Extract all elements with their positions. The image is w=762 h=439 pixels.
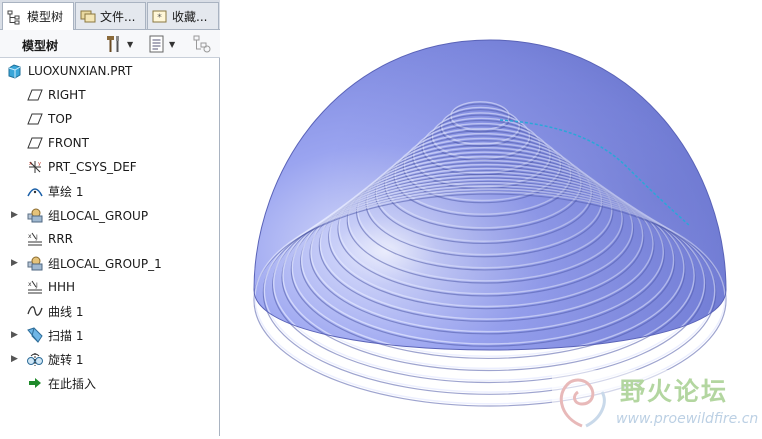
filter-icon xyxy=(193,35,211,53)
list-view-icon xyxy=(149,35,164,53)
tab-model-tree[interactable]: 模型树 xyxy=(2,2,74,30)
model-tree-toolbar: 模型树 ▼ ▼ xyxy=(0,30,220,58)
tree-item-label: 组LOCAL_GROUP_1 xyxy=(48,256,162,271)
toolbar-title: 模型树 xyxy=(22,39,59,53)
datum-plane-icon xyxy=(26,135,44,151)
forum-logo-icon xyxy=(559,378,606,428)
tree-item-sketch[interactable]: 草绘 1 xyxy=(0,180,218,202)
tree-item-curve[interactable]: 曲线 1 xyxy=(0,300,218,322)
tab-favorites[interactable]: * 收藏... xyxy=(147,2,219,29)
expand-arrow-icon[interactable]: ▶ xyxy=(11,330,19,340)
tree-item-local-group-1[interactable]: ▶ 组LOCAL_GROUP_1 xyxy=(0,252,218,274)
model-tree-panel: 模型树 文件... * 收藏... 模型树 ▼ ▼ LUOXUNXIAN.PRT… xyxy=(0,0,220,436)
tree-item-top[interactable]: TOP xyxy=(0,108,218,130)
tree-item-label: 曲线 1 xyxy=(48,304,84,319)
svg-text:x: x xyxy=(28,281,32,288)
chevron-down-icon: ▼ xyxy=(127,39,134,49)
tree-item-label: RRR xyxy=(48,232,74,246)
tree-item-label: RIGHT xyxy=(48,88,86,102)
sweep-icon xyxy=(26,327,44,343)
chevron-down-icon: ▼ xyxy=(169,39,176,49)
expand-arrow-icon[interactable]: ▶ xyxy=(11,210,19,220)
curve-icon xyxy=(26,303,44,319)
tree-item-label: HHH xyxy=(48,280,76,294)
settings-button[interactable]: ▼ xyxy=(104,34,133,54)
tree-item-rrr[interactable]: x J RRR xyxy=(0,228,218,250)
tree-item-local-group[interactable]: ▶ 组LOCAL_GROUP xyxy=(0,204,218,226)
parameter-icon: x J xyxy=(26,231,44,247)
tree-item-revolve[interactable]: ▶ 旋转 1 xyxy=(0,348,218,370)
svg-text:x: x xyxy=(28,233,32,240)
tree-icon xyxy=(7,10,20,24)
group-icon xyxy=(26,255,44,271)
tree-item-label: PRT_CSYS_DEF xyxy=(48,160,137,174)
tab-file-browser[interactable]: 文件... xyxy=(75,2,146,29)
svg-text:J: J xyxy=(35,234,38,241)
watermark-title: 野火论坛 xyxy=(620,377,729,406)
parameter-icon: x J xyxy=(26,279,44,295)
model-tree: LUOXUNXIAN.PRT RIGHT TOP FRONT x y PRT_C… xyxy=(0,58,218,436)
tree-root[interactable]: LUOXUNXIAN.PRT xyxy=(0,60,218,82)
tree-item-right[interactable]: RIGHT xyxy=(0,84,218,106)
tools-icon xyxy=(107,36,119,52)
tab-label: 收藏... xyxy=(172,9,208,24)
sketch-icon xyxy=(26,183,44,199)
tree-item-label: 组LOCAL_GROUP xyxy=(48,208,149,223)
revolve-icon xyxy=(26,351,44,367)
tree-item-csys[interactable]: x y PRT_CSYS_DEF xyxy=(0,156,218,178)
tree-item-label: 草绘 1 xyxy=(48,184,84,199)
filter-button[interactable] xyxy=(192,34,212,54)
navigator-tabs: 模型树 文件... * 收藏... xyxy=(0,0,220,30)
tree-item-label: 扫描 1 xyxy=(48,328,84,343)
watermark-url: www.proewildfire.cn xyxy=(616,411,759,427)
folder-icon xyxy=(80,10,96,23)
expand-arrow-icon[interactable]: ▶ xyxy=(11,258,19,268)
tree-item-label: 在此插入 xyxy=(48,376,97,391)
tab-label: 文件... xyxy=(100,9,136,24)
svg-text:x: x xyxy=(29,161,32,167)
tree-item-insert-here[interactable]: 在此插入 xyxy=(0,372,218,394)
tree-item-label: FRONT xyxy=(48,136,89,150)
part-icon xyxy=(5,63,23,79)
show-button[interactable]: ▼ xyxy=(148,34,175,54)
datum-plane-icon xyxy=(26,87,44,103)
tree-root-label: LUOXUNXIAN.PRT xyxy=(28,64,133,78)
tree-item-sweep[interactable]: ▶ 扫描 1 xyxy=(0,324,218,346)
expand-arrow-icon[interactable]: ▶ xyxy=(11,354,19,364)
favorites-icon: * xyxy=(152,10,167,23)
datum-plane-icon xyxy=(26,111,44,127)
tree-item-label: 旋转 1 xyxy=(48,352,84,367)
svg-text:y: y xyxy=(38,161,41,167)
tree-item-front[interactable]: FRONT xyxy=(0,132,218,154)
insert-here-icon xyxy=(26,375,44,391)
svg-text:*: * xyxy=(157,13,162,23)
csys-icon: x y xyxy=(26,159,44,175)
tree-item-label: TOP xyxy=(48,112,73,126)
svg-text:J: J xyxy=(35,282,38,289)
tab-label: 模型树 xyxy=(27,10,64,24)
tree-item-hhh[interactable]: x J HHH xyxy=(0,276,218,298)
group-icon xyxy=(26,207,44,223)
spiral-dome-model[interactable] xyxy=(253,39,727,407)
